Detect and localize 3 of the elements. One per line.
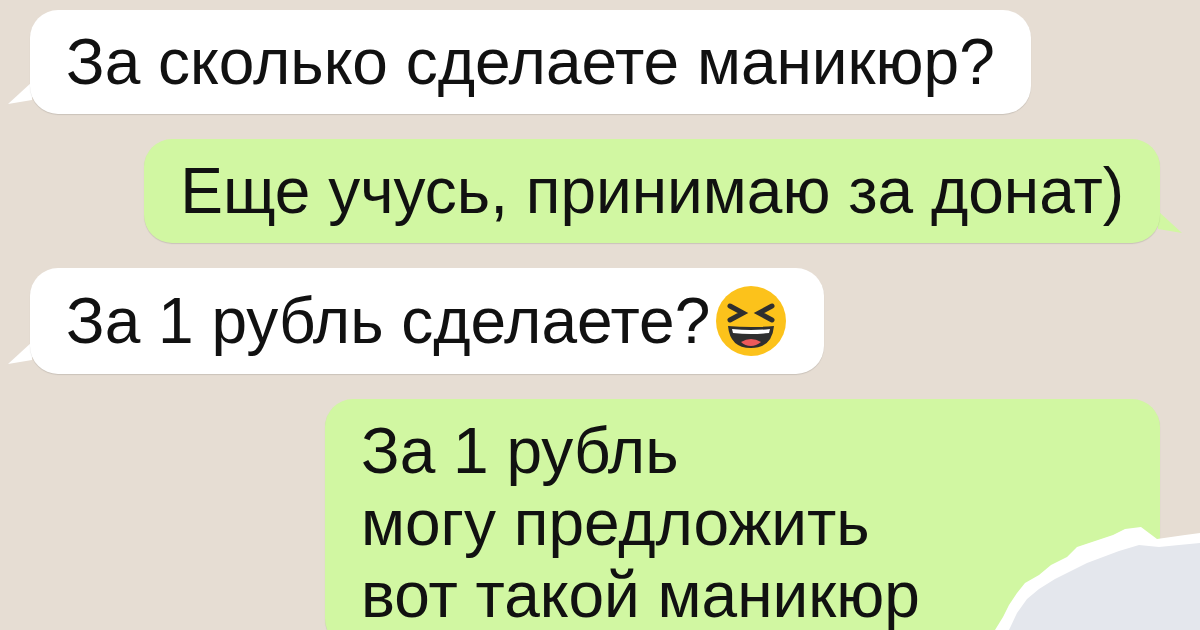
message-text: Еще учусь, принимаю за донат) (180, 155, 1124, 227)
message-text: За 1 рубль сделаете? (66, 285, 711, 357)
message-text: За сколько сделаете маникюр? (66, 26, 995, 98)
